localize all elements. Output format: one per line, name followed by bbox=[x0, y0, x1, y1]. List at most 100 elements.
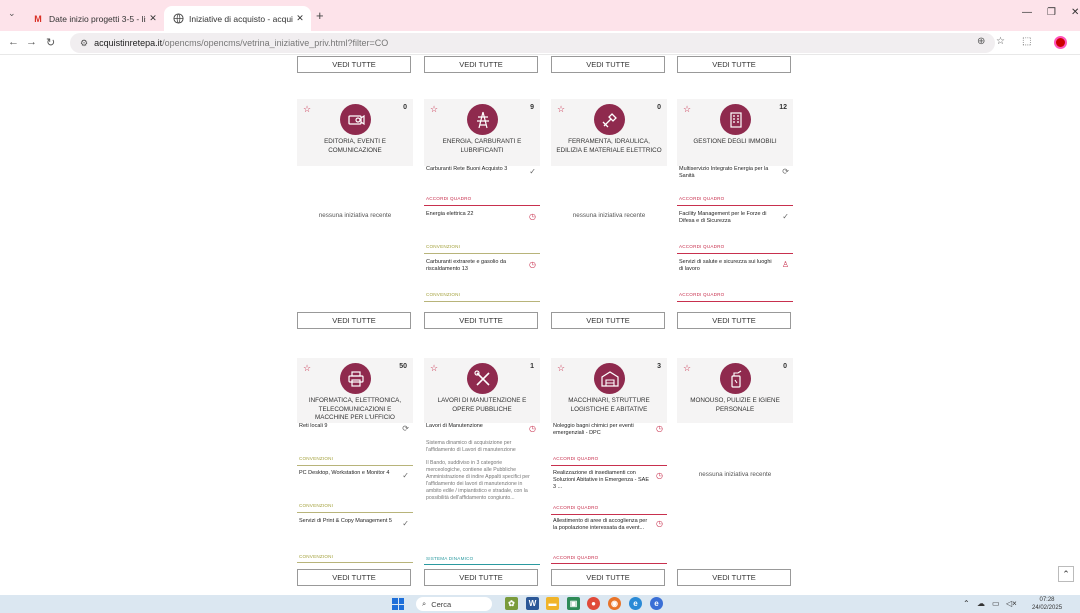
taskbar-search[interactable]: ⌕ Cerca bbox=[416, 597, 492, 611]
vedi-tutte-button[interactable]: VEDI TUTTE bbox=[424, 312, 538, 329]
favorite-star-icon[interactable]: ☆ bbox=[557, 363, 565, 374]
initiative-count: 0 bbox=[403, 104, 407, 111]
vedi-tutte-button[interactable]: VEDI TUTTE bbox=[297, 569, 411, 586]
initiative-title: Realizzazione di insediamenti con Soluzi… bbox=[553, 470, 649, 490]
vedi-tutte-button[interactable]: VEDI TUTTE bbox=[424, 569, 538, 586]
tab-gmail[interactable]: M Date inizio progetti 3-5 - lisa.sc ✕ bbox=[24, 6, 164, 31]
favorite-star-icon[interactable]: ☆ bbox=[683, 363, 691, 374]
type-divider bbox=[297, 465, 413, 466]
network-icon[interactable]: ☁ bbox=[977, 599, 985, 608]
profile-avatar[interactable] bbox=[1054, 36, 1067, 49]
category-card: ☆ 0 EDITORIA, EVENTI E COMUNICAZIONE nes… bbox=[297, 99, 413, 305]
loading-icon: ⟳ bbox=[402, 424, 409, 433]
empty-message: nessuna iniziativa recente bbox=[318, 212, 392, 219]
file-explorer-icon[interactable]: ▬ bbox=[546, 597, 559, 610]
vedi-tutte-button[interactable]: VEDI TUTTE bbox=[677, 569, 791, 586]
scroll-to-top-button[interactable]: ⌃ bbox=[1058, 566, 1074, 582]
tray-chevron-icon[interactable]: ⌃ bbox=[963, 599, 970, 608]
tab-search-chevron-icon[interactable]: ⌄ bbox=[8, 8, 16, 19]
type-divider bbox=[424, 564, 540, 565]
initiative-item[interactable]: Realizzazione di insediamenti con Soluzi… bbox=[551, 470, 667, 515]
initiative-item[interactable]: Allestimento di aree di accoglienza per … bbox=[551, 518, 667, 564]
forward-icon[interactable]: → bbox=[26, 36, 37, 48]
initiative-item[interactable]: Carburanti extrarete e gasolio da riscal… bbox=[424, 259, 540, 303]
firefox-icon[interactable]: ◉ bbox=[608, 597, 621, 610]
windows-start-icon[interactable] bbox=[392, 598, 404, 610]
maximize-icon[interactable]: ❐ bbox=[1047, 7, 1056, 18]
category-title: INFORMATICA, ELETTRONICA, TELECOMUNICAZI… bbox=[308, 397, 402, 421]
search-placeholder: Cerca bbox=[431, 599, 452, 609]
favorite-star-icon[interactable]: ☆ bbox=[683, 104, 691, 115]
energy-tower-icon bbox=[467, 104, 498, 135]
card-body: nessuna iniziativa recente bbox=[551, 166, 667, 305]
url-host: acquistinretepa.it bbox=[94, 38, 163, 48]
initiative-item[interactable]: Servizi di salute e sicurezza sui luoghi… bbox=[677, 259, 793, 303]
chrome-icon[interactable]: ● bbox=[587, 597, 600, 610]
initiative-item[interactable]: Servizi di Print & Copy Management 5 ✓ C… bbox=[297, 518, 413, 563]
back-icon[interactable]: ← bbox=[8, 36, 19, 48]
close-tab-icon[interactable]: ✕ bbox=[293, 13, 307, 24]
photos-icon[interactable]: ▣ bbox=[567, 597, 580, 610]
edge-dev-icon[interactable]: e bbox=[650, 597, 663, 610]
vedi-tutte-button[interactable]: VEDI TUTTE bbox=[677, 56, 791, 73]
initiative-item[interactable]: Noleggio bagni chimici per eventi emerge… bbox=[551, 423, 667, 467]
vedi-tutte-button[interactable]: VEDI TUTTE bbox=[424, 56, 538, 73]
vedi-tutte-button[interactable]: VEDI TUTTE bbox=[297, 56, 411, 73]
new-tab-button[interactable]: + bbox=[316, 8, 324, 23]
category-title: ENERGIA, CARBURANTI E LUBRIFICANTI bbox=[442, 138, 522, 154]
initiative-title: Noleggio bagni chimici per eventi emerge… bbox=[553, 423, 634, 436]
favorite-star-icon[interactable]: ☆ bbox=[303, 363, 311, 374]
vedi-tutte-button[interactable]: VEDI TUTTE bbox=[551, 312, 665, 329]
volume-icon[interactable]: ◁× bbox=[1006, 599, 1017, 608]
initiative-item[interactable]: Lavori di Manutenzione ◷ Sistema dinamic… bbox=[424, 423, 540, 566]
extensions-icon[interactable]: ⬚ bbox=[1022, 36, 1031, 47]
reload-icon[interactable]: ↻ bbox=[46, 36, 55, 49]
initiative-item[interactable]: Reti locali 9 ⟳ CONVENZIONI bbox=[297, 423, 413, 467]
favorite-star-icon[interactable]: ☆ bbox=[303, 104, 311, 115]
vedi-tutte-button[interactable]: VEDI TUTTE bbox=[297, 312, 411, 329]
display-icon[interactable]: ▭ bbox=[992, 599, 1000, 608]
vedi-tutte-button[interactable]: VEDI TUTTE bbox=[551, 569, 665, 586]
type-divider bbox=[424, 301, 540, 302]
category-title: MACCHINARI, STRUTTURE LOGISTICHE E ABITA… bbox=[568, 397, 650, 413]
search-icon: ⌕ bbox=[422, 599, 427, 608]
initiative-item[interactable]: Facility Management per le Forze di Dife… bbox=[677, 211, 793, 255]
category-card: ☆ 50 INFORMATICA, ELETTRONICA, TELECOMUN… bbox=[297, 358, 413, 568]
initiative-item[interactable]: Energia elettrica 22 ◷ CONVENZIONI bbox=[424, 211, 540, 255]
vedi-tutte-button[interactable]: VEDI TUTTE bbox=[677, 312, 791, 329]
word-icon[interactable]: W bbox=[526, 597, 539, 610]
type-divider bbox=[551, 514, 667, 515]
bookmark-star-icon[interactable]: ☆ bbox=[996, 36, 1005, 47]
card-body: Lavori di Manutenzione ◷ Sistema dinamic… bbox=[424, 423, 540, 568]
initiative-item[interactable]: Carburanti Rete Buoni Acquisto 3 ✓ ACCOR… bbox=[424, 166, 540, 206]
favorite-star-icon[interactable]: ☆ bbox=[557, 104, 565, 115]
tab-iniziative[interactable]: Iniziative di acquisto - acquisti ✕ bbox=[164, 6, 311, 31]
tools-icon bbox=[594, 104, 625, 135]
clock-icon: ◷ bbox=[656, 424, 663, 433]
favorite-star-icon[interactable]: ☆ bbox=[430, 104, 438, 115]
site-info-icon[interactable]: ⚙ bbox=[80, 38, 88, 49]
edge-icon[interactable]: e bbox=[629, 597, 642, 610]
favorite-star-icon[interactable]: ☆ bbox=[430, 363, 438, 374]
type-divider bbox=[677, 205, 793, 206]
initiative-count: 0 bbox=[783, 363, 787, 370]
initiative-title: Carburanti Rete Buoni Acquisto 3 bbox=[426, 166, 508, 172]
weather-widget-icon[interactable]: ✿ bbox=[505, 597, 518, 610]
initiative-description: Sistema dinamico di acquisizione per l'a… bbox=[426, 440, 516, 453]
clock-date: 24/02/2025 bbox=[1032, 605, 1063, 611]
initiative-item[interactable]: PC Desktop, Workstation e Monitor 4 ✓ CO… bbox=[297, 470, 413, 514]
close-tab-icon[interactable]: ✕ bbox=[146, 13, 160, 24]
close-window-icon[interactable]: ✕ bbox=[1071, 7, 1079, 18]
address-bar[interactable]: ⚙ acquistinretepa.it/opencms/opencms/vet… bbox=[70, 33, 995, 53]
initiative-title: Servizi di Print & Copy Management 5 bbox=[299, 518, 392, 524]
initiative-item[interactable]: Multiservizio Integrato Energia per la S… bbox=[677, 166, 793, 206]
system-clock[interactable]: 07:28 24/02/2025 bbox=[1032, 596, 1062, 612]
loading-icon: ⟳ bbox=[782, 167, 789, 176]
vedi-tutte-button[interactable]: VEDI TUTTE bbox=[551, 56, 665, 73]
check-icon: ✓ bbox=[402, 519, 409, 528]
zoom-icon[interactable]: ⊕ bbox=[977, 36, 985, 47]
structure-icon bbox=[594, 363, 625, 394]
minimize-icon[interactable]: — bbox=[1022, 7, 1032, 18]
initiative-title: Facility Management per le Forze di Dife… bbox=[679, 211, 767, 224]
tab-title: Date inizio progetti 3-5 - lisa.sc bbox=[49, 13, 146, 24]
